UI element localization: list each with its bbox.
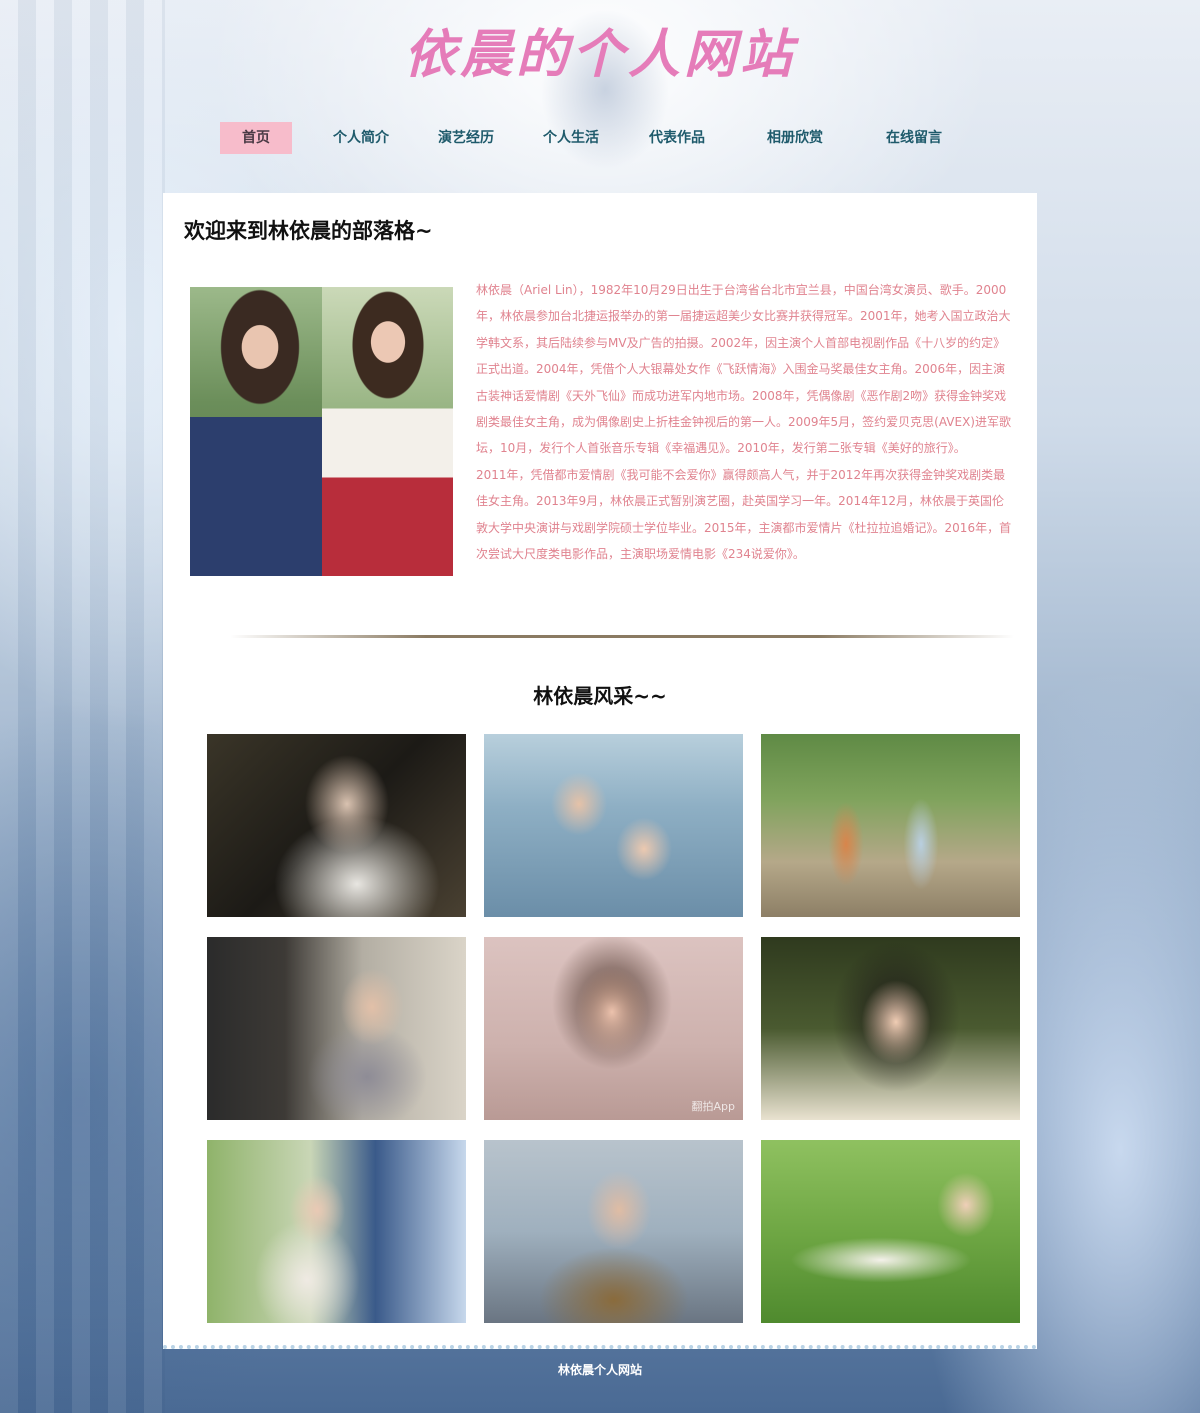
- nav-item-guestbook[interactable]: 在线留言: [873, 122, 955, 154]
- nav-item-profile[interactable]: 个人简介: [320, 122, 402, 154]
- gallery-photo[interactable]: [207, 1140, 466, 1323]
- nav-item-album[interactable]: 相册欣赏: [754, 122, 836, 154]
- background-decoration-left: [0, 0, 165, 1413]
- intro-photo-left: [190, 287, 322, 576]
- intro-paragraph: 林依晨（Ariel Lin），1982年10月29日出生于台湾省台北市宜兰县，中…: [476, 283, 1011, 456]
- welcome-heading: 欢迎来到林依晨的部落格~: [184, 219, 433, 243]
- gallery-photo[interactable]: [484, 734, 743, 917]
- gallery-photo[interactable]: [761, 937, 1020, 1120]
- gallery-photo[interactable]: [761, 1140, 1020, 1323]
- nav-item-life[interactable]: 个人生活: [530, 122, 612, 154]
- intro-text: 林依晨（Ariel Lin），1982年10月29日出生于台湾省台北市宜兰县，中…: [476, 277, 1013, 567]
- gallery-photo[interactable]: [484, 1140, 743, 1323]
- photo-watermark: 翻拍App: [691, 1100, 736, 1113]
- nav-item-career[interactable]: 演艺经历: [425, 122, 507, 154]
- main-content: 欢迎来到林依晨的部落格~ 林依晨（Ariel Lin），1982年10月29日出…: [163, 193, 1037, 1349]
- section-divider: [230, 635, 1014, 638]
- gallery-photo[interactable]: 翻拍App: [484, 937, 743, 1120]
- intro-photo: [190, 287, 453, 576]
- site-title: 依晨的个人网站: [403, 24, 796, 85]
- gallery-photo[interactable]: [207, 937, 466, 1120]
- footer-text: 林依晨个人网站: [557, 1363, 642, 1377]
- main-nav: 首页 个人简介 演艺经历 个人生活 代表作品 相册欣赏 在线留言: [0, 122, 1200, 154]
- gallery-heading: 林依晨风采~~: [533, 684, 667, 708]
- intro-photo-right: [321, 287, 453, 576]
- gallery-photo[interactable]: [761, 734, 1020, 917]
- nav-item-works[interactable]: 代表作品: [636, 122, 718, 154]
- intro-paragraph: 2011年，凭借都市爱情剧《我可能不会爱你》赢得颇高人气，并于2012年再次获得…: [476, 467, 1012, 562]
- gallery-photo[interactable]: [207, 734, 466, 917]
- nav-item-home[interactable]: 首页: [220, 122, 292, 154]
